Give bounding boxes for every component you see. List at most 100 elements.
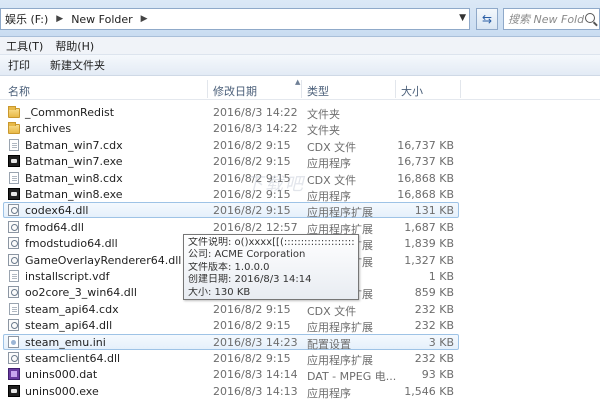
file-name: _CommonRedist xyxy=(25,106,115,119)
file-size: 16,868 KB xyxy=(397,171,454,185)
file-row[interactable]: unins000.exe 2016/8/3 14:13 应用程序 1,546 KB xyxy=(0,383,600,400)
column-type[interactable]: 类型 xyxy=(307,83,329,99)
file-name: steamclient64.dll xyxy=(25,352,121,365)
breadcrumb-arrow-icon[interactable]: ▶ xyxy=(137,14,152,24)
file-size: 1,687 KB xyxy=(404,220,454,234)
menu-tools[interactable]: 工具(T) xyxy=(0,38,49,54)
file-size: 1,839 KB xyxy=(404,237,454,251)
dll-icon xyxy=(8,352,19,364)
file-date: 2016/8/3 14:23 xyxy=(213,335,298,349)
folder-icon xyxy=(8,122,20,135)
column-date[interactable]: 修改日期 xyxy=(213,83,257,99)
file-row[interactable]: steam_emu.ini 2016/8/3 14:23 配置设置 3 KB xyxy=(0,333,600,351)
file-date: 2016/8/2 9:15 xyxy=(213,138,291,152)
file-date: 2016/8/3 14:13 xyxy=(213,384,298,398)
address-bar-area: 娱乐 (F:) ▶ New Folder ▶ ▼ ⇆ xyxy=(0,0,600,37)
file-name: steam_emu.ini xyxy=(25,335,106,349)
file-size: 1 KB xyxy=(428,270,454,283)
file-name: steam_api64.cdx xyxy=(25,302,119,316)
file-date: 2016/8/2 9:15 xyxy=(213,155,291,169)
tooltip-description: 文件说明: o()xxxx[[(::::::::::::::::::::::::… xyxy=(188,237,354,248)
column-divider[interactable] xyxy=(301,80,302,98)
file-name: Batman_win8.cdx xyxy=(25,171,123,185)
refresh-icon: ⇆ xyxy=(481,12,493,26)
file-date: 2016/8/3 14:22 xyxy=(213,106,298,119)
file-name: GameOverlayRenderer64.dll xyxy=(25,253,182,267)
column-size[interactable]: 大小 xyxy=(401,83,423,99)
file-size: 16,737 KB xyxy=(397,155,454,169)
tooltip-size: 大小: 130 KB xyxy=(188,286,251,298)
dll-icon xyxy=(8,253,19,266)
file-name: archives xyxy=(25,122,72,136)
file-size: 859 KB xyxy=(414,286,454,300)
doc-icon xyxy=(9,270,19,282)
watermark: 下载吧 xyxy=(245,174,305,195)
file-info-tooltip: 文件说明: o()xxxx[[(::::::::::::::::::::::::… xyxy=(183,234,359,300)
doc-icon xyxy=(9,171,19,184)
file-size: 93 KB xyxy=(421,368,454,382)
file-row[interactable]: steamclient64.dll 2016/8/2 9:15 应用程序扩展 232 … xyxy=(0,350,600,367)
file-row[interactable]: Batman_win7.cdx 2016/8/2 9:15 CDX 文件 16,737… xyxy=(0,137,600,154)
column-divider[interactable] xyxy=(460,80,461,98)
breadcrumb[interactable]: 娱乐 (F:) ▶ New Folder ▶ ▼ xyxy=(0,8,470,30)
address-dropdown-icon[interactable]: ▼ xyxy=(459,13,466,23)
file-date: 2016/8/2 9:15 xyxy=(213,302,291,316)
file-size: 16,868 KB xyxy=(397,188,454,201)
column-divider[interactable] xyxy=(395,80,396,98)
file-size: 16,737 KB xyxy=(397,138,454,152)
refresh-button[interactable]: ⇆ xyxy=(476,8,498,30)
file-size: 232 KB xyxy=(414,319,454,333)
column-divider[interactable] xyxy=(207,80,208,98)
dat-icon xyxy=(8,368,20,381)
file-row[interactable]: fmod64.dll 2016/8/2 12:57 应用程序扩展 1,687 KB xyxy=(0,219,600,236)
file-row[interactable]: archives 2016/8/3 14:22 文件夹 xyxy=(0,120,600,137)
file-name: unins000.exe xyxy=(25,384,99,398)
file-name: Batman_win7.cdx xyxy=(25,138,123,152)
menu-bar: 工具(T) 帮助(H) xyxy=(0,37,600,55)
breadcrumb-folder[interactable]: New Folder xyxy=(67,13,136,26)
file-name: codex64.dll xyxy=(25,204,89,218)
file-size: 232 KB xyxy=(414,352,454,365)
print-button[interactable]: 打印 xyxy=(0,57,42,73)
file-row[interactable]: steam_api64.dll 2016/8/2 9:15 应用程序扩展 232 KB xyxy=(0,317,600,334)
command-toolbar: 打印 新建文件夹 xyxy=(0,55,600,76)
file-date: 2016/8/2 9:15 xyxy=(213,352,291,365)
file-name: steam_api64.dll xyxy=(25,319,113,333)
exe-icon xyxy=(8,155,20,168)
file-size: 1,546 KB xyxy=(404,384,454,398)
file-size: 131 KB xyxy=(414,204,454,218)
column-name[interactable]: 名称 xyxy=(8,83,30,99)
file-name: fmodstudio64.dll xyxy=(25,237,118,251)
search-box[interactable] xyxy=(503,8,600,30)
file-size: 1,327 KB xyxy=(404,253,454,267)
ini-icon xyxy=(8,335,19,348)
file-name: oo2core_3_win64.dll xyxy=(25,286,137,300)
search-input[interactable] xyxy=(504,12,584,26)
file-name: unins000.dat xyxy=(25,368,98,382)
file-row[interactable]: _CommonRedist 2016/8/3 14:22 文件夹 xyxy=(0,104,600,121)
breadcrumb-drive[interactable]: 娱乐 (F:) xyxy=(1,11,52,27)
file-row[interactable]: unins000.dat 2016/8/3 14:14 DAT - MPEG 电..… xyxy=(0,366,600,383)
search-icon[interactable] xyxy=(585,13,595,23)
file-name: installscript.vdf xyxy=(25,270,110,283)
sort-ascending-icon: ▲ xyxy=(295,78,301,86)
file-row[interactable]: Batman_win7.exe 2016/8/2 9:15 应用程序 16,737 K… xyxy=(0,153,600,170)
file-type: 应用程序 xyxy=(307,386,351,400)
file-row[interactable]: codex64.dll 2016/8/2 9:15 应用程序扩展 131 KB xyxy=(0,202,600,219)
file-date: 2016/8/2 9:15 xyxy=(213,319,291,333)
dll-icon xyxy=(8,319,19,332)
menu-help[interactable]: 帮助(H) xyxy=(49,38,100,54)
dll-icon xyxy=(8,204,19,217)
new-folder-button[interactable]: 新建文件夹 xyxy=(42,57,117,73)
file-name: fmod64.dll xyxy=(25,220,84,234)
file-date: 2016/8/2 12:57 xyxy=(213,220,298,234)
breadcrumb-arrow-icon[interactable]: ▶ xyxy=(52,14,67,24)
file-size: 232 KB xyxy=(414,302,454,316)
file-date: 2016/8/3 14:22 xyxy=(213,122,298,136)
file-row[interactable]: steam_api64.cdx 2016/8/2 9:15 CDX 文件 232 KB xyxy=(0,301,600,318)
doc-icon xyxy=(9,302,19,315)
column-header: 名称 ▲ 修改日期 类型 大小 xyxy=(0,78,600,100)
file-name: Batman_win7.exe xyxy=(25,155,123,169)
file-size: 3 KB xyxy=(428,335,454,349)
exe-icon xyxy=(8,188,20,200)
